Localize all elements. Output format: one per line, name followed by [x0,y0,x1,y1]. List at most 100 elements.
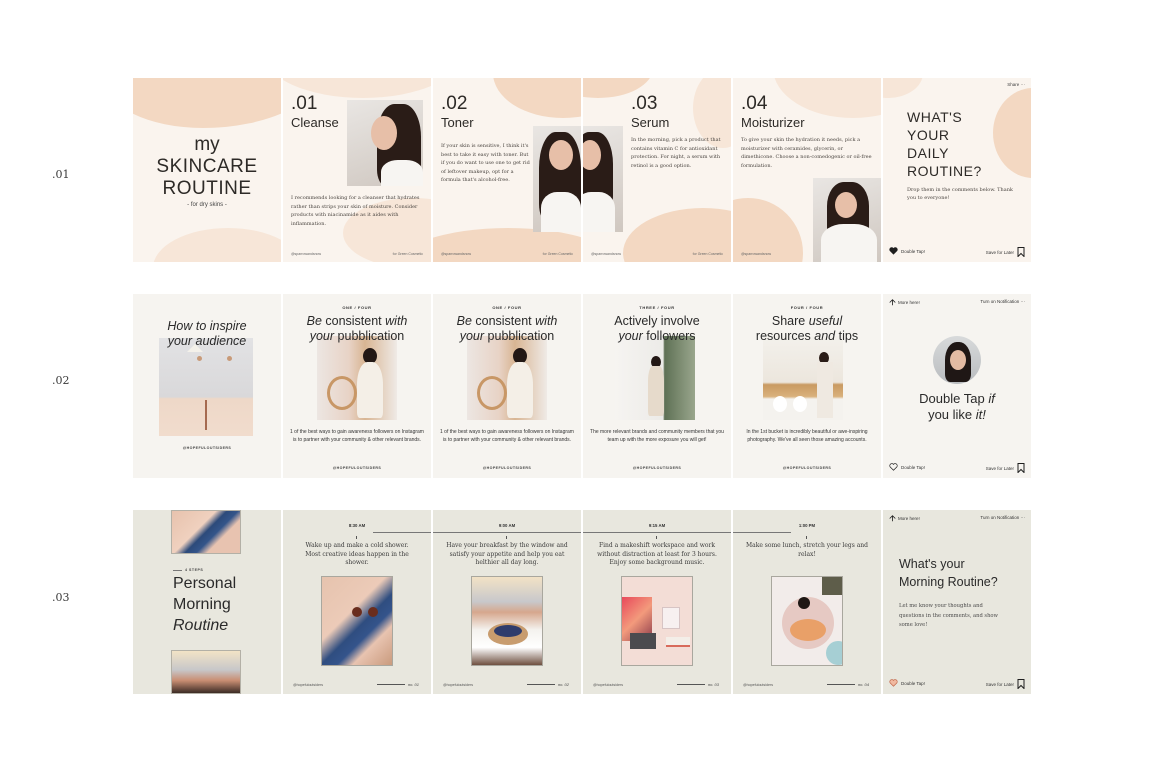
title-line: How to inspire [167,319,247,333]
divider [583,532,731,533]
step-body: Have your breakfast by the window and sa… [446,542,568,567]
morning-step-slide: 1:00 PM Make some lunch, stretch your le… [733,510,881,694]
title-fragment: Be [456,314,472,328]
handle: @sparrowandsnow [591,252,622,256]
handle: @hopefuloutsiders [293,683,324,687]
double-tap-label: Double Tap! [901,464,925,470]
question-line: ROUTINE? [907,163,982,179]
step-number: .03 [631,93,658,114]
title-fragment: consistent [471,314,536,328]
morning-step-slide: 9:15 AM Find a makeshift workspace and w… [583,510,731,694]
step-title: Toner [441,115,474,130]
more-here-link[interactable]: More here! [889,299,920,306]
divider [373,532,431,533]
tip-title: Actively involve your followers [583,314,731,344]
divider-tick [356,536,357,539]
title-fragment: pubblication [484,329,555,343]
step-body: Find a makeshift workspace and work with… [597,542,717,567]
step-body: Wake up and make a cold shower. Most cre… [305,542,409,567]
inspire-closing-slide: More here! Turn on Notification ··· Doub… [883,294,1031,478]
handle: @sparrowandsnow [291,252,322,256]
heart-outline-icon [889,463,898,471]
double-tap-button[interactable]: Double Tap! [889,247,925,255]
save-for-later-button[interactable]: Save for Later [986,247,1025,257]
notification-button[interactable]: Turn on Notification ··· [980,515,1025,520]
step-body: To give your skin the hydration it needs… [741,137,872,169]
question-line: Morning Routine? [899,575,998,589]
cover-title: How to inspire your audience [133,319,281,349]
tip-body: In the 1st bucket is incredibly beautifu… [746,429,868,444]
handle: @sparrowandsnow [441,252,472,256]
handle: @HOPEFULOUTSIDERS [332,466,382,470]
step-number-label: no. 01 [407,682,419,687]
headline-fragment: it! [975,407,986,422]
title-fragment: Share [771,314,809,328]
tip-body: 1 of the best ways to gain awareness fol… [440,429,574,444]
more-here-link[interactable]: More here! [889,515,920,522]
title-fragment: resources [755,329,815,343]
title-line: your audience [167,334,247,348]
divider-tick [806,536,807,539]
skincare-step-slide: .03 Serum In the morning, pick a product… [583,78,731,262]
bookmark-icon [1017,679,1025,689]
model-photo [347,100,423,186]
morning-closing-slide: More here! Turn on Notification ··· What… [883,510,1031,694]
morning-step-slide: 8:30 AM Wake up and make a cold shower. … [283,510,431,694]
brand: for Green Cosmetic [692,252,723,256]
notification-button[interactable]: Turn on Notification ··· [980,299,1025,304]
inspire-tip-slide: THREE / FOUR Actively involve your follo… [583,294,731,478]
decorative-blob [493,78,581,118]
headline-fragment: if [988,391,995,406]
tip-title: Share useful resources and tips [733,314,881,344]
morning-cover-slide: 4 STEPS Personal Morning Routine [133,510,281,694]
question-line: YOUR [907,127,950,143]
step-number: no. 02 [527,682,569,687]
step-photo [621,576,693,666]
cover-title-line: SKINCARE [156,156,258,177]
step-number: .01 [291,93,318,114]
divider-tick [656,536,657,539]
title-fragment: your [459,329,485,343]
step-number-label: no. 03 [707,682,719,687]
double-tap-label: Double Tap! [901,680,925,686]
bookmark-icon [1017,247,1025,257]
double-tap-button[interactable]: Double Tap! [889,679,925,687]
question-line: What's your [899,557,965,571]
morning-routine-carousel: 4 STEPS Personal Morning Routine 8:30 AM… [133,510,1031,694]
row-label-2: .02 [52,374,70,387]
heart-icon [889,679,898,687]
title-fragment: Actively involve [614,314,700,328]
skincare-carousel: my SKINCARE ROUTINE - for dry skins - .0… [133,78,1031,262]
step-number: no. 01 [377,682,419,687]
more-label: More here! [898,516,920,521]
divider-tick [506,536,507,539]
title-fragment: with [535,314,558,328]
save-for-later-button[interactable]: Save for Later [986,463,1025,473]
model-photo [533,126,581,232]
inspire-cover-slide: How to inspire your audience @HOPEFULOUT… [133,294,281,478]
lifestyle-photo [615,336,695,420]
share-button[interactable]: Share ··· [1007,82,1025,87]
interior-photo [159,338,253,436]
step-photo [471,576,543,666]
double-tap-headline: Double Tap if you like it! [883,391,1031,423]
handle: @HOPEFULOUTSIDERS [782,466,832,470]
step-title: Cleanse [291,115,339,130]
decorative-blob [773,78,881,118]
save-label: Save for Later [985,249,1014,255]
cover-title-line: my [194,134,220,155]
step-title: Serum [631,115,670,130]
inspire-audience-carousel: How to inspire your audience @HOPEFULOUT… [133,294,1031,478]
slide-kicker: FOUR / FOUR [790,305,824,310]
save-for-later-button[interactable]: Save for Later [986,679,1025,689]
avatar [933,336,981,384]
closing-subtext: Let me know your thoughts and questions … [899,603,998,628]
cover-subtitle: - for dry skins - [187,202,227,208]
title-line: Morning [173,596,231,613]
double-tap-button[interactable]: Double Tap! [889,463,925,471]
step-time: 9:00 AM [498,523,516,528]
inspire-tip-slide: ONE / FOUR Be consistent with your pubbl… [433,294,581,478]
title-fragment: followers [642,329,696,343]
lifestyle-photo [317,336,397,420]
divider [433,532,581,533]
